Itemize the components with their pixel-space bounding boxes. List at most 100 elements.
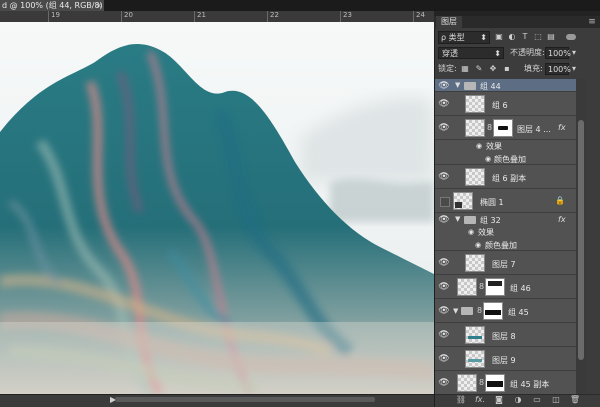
layers-tab[interactable]: 图层 [436,16,462,28]
eye-icon[interactable]: 👁 [438,330,450,340]
layer-mask-thumbnail [483,302,503,320]
lock-transparent-icon[interactable]: ▦ [460,64,470,74]
expand-arrow-icon[interactable]: ▼ [455,81,460,89]
layer-row[interactable]: 👁 图层 8 [435,323,576,347]
layer-name: 椭圆 1 [480,198,504,207]
lock-paint-icon[interactable]: ✎ [474,64,484,74]
eye-icon[interactable]: 👁 [438,282,450,292]
lock-position-icon[interactable]: ✥ [488,64,498,74]
fx-icon[interactable]: fx. [474,395,486,405]
delete-layer-icon[interactable]: 🗑 [569,395,581,405]
layer-name: 图层 8 [492,332,516,341]
layer-thumbnail [465,254,485,272]
eye-icon[interactable]: 👁 [438,258,450,268]
ruler-number: 19 [51,11,60,19]
lock-icon: 🔒 [555,196,565,205]
new-group-icon[interactable]: ▭ [531,395,543,405]
fill-label: 填充: [524,64,543,73]
expand-arrow-icon[interactable]: ▼ [453,307,458,315]
layer-row[interactable]: 👁 8 图层 4 ... fx [435,116,576,140]
panel-menu-icon[interactable]: ≡ [586,16,598,28]
layer-thumbnail [465,95,485,113]
ruler-number: 21 [197,11,206,19]
link-layers-icon[interactable]: ⛓ [455,395,467,405]
layer-row[interactable]: 👁 组 6 [435,92,576,116]
document-tab[interactable]: d @ 100% (组 44, RGB/8) * [0,0,104,11]
eye-icon[interactable]: 👁 [438,215,450,225]
layer-row-group-45[interactable]: 👁 ▼ 8 组 45 [435,299,576,323]
layer-name: 图层 4 ... [517,125,551,134]
effects-row[interactable]: ◉ 效果 [435,140,576,152]
ruler-number: 22 [270,11,279,19]
layer-mask-thumbnail [485,278,505,296]
eye-icon[interactable]: 👁 [438,172,450,182]
fill-input[interactable]: 100% [545,63,571,75]
mask-link-icon[interactable]: 8 [479,378,484,387]
mask-link-icon[interactable]: 8 [477,306,482,315]
image-filter-icon[interactable]: ▣ [494,32,504,42]
eye-icon[interactable]: 👁 [438,306,450,316]
layer-name: 图层 9 [492,356,516,365]
layer-list-scroll-thumb[interactable] [578,120,584,360]
add-mask-icon[interactable]: ◙ [493,395,505,405]
visibility-toggle[interactable] [440,197,450,207]
layer-thumbnail [465,326,485,344]
eye-icon[interactable]: 👁 [438,81,450,91]
layer-row[interactable]: 👁 8 组 45 副本 [435,371,576,394]
eye-icon[interactable]: 👁 [438,354,450,364]
chevron-down-icon[interactable]: ▾ [569,48,579,58]
horizontal-scrollbar[interactable] [115,397,375,402]
effects-label: 效果 [486,142,502,151]
eye-icon[interactable]: ◉ [472,240,484,250]
smart-object-filter-icon[interactable]: ▤ [546,32,556,42]
document-canvas[interactable] [0,22,434,394]
layer-thumbnail [453,192,473,210]
eye-icon[interactable]: ◉ [465,227,477,237]
adjustment-filter-icon[interactable]: ◐ [507,32,517,42]
eye-icon[interactable]: 👁 [438,378,450,388]
layer-row[interactable]: 👁 图层 9 [435,347,576,371]
type-filter-icon[interactable]: T [520,32,530,42]
search-icon: ρ [441,33,447,42]
blend-mode-select[interactable]: 穿透 ⬍ [438,47,504,59]
folder-icon [464,82,476,90]
layer-row[interactable]: 👁 8 组 46 [435,275,576,299]
layer-name: 组 6 副本 [492,174,527,183]
close-tab-icon[interactable]: × [94,0,104,11]
eye-icon[interactable]: ◉ [473,141,485,151]
eye-icon[interactable]: 👁 [438,123,450,133]
layer-row[interactable]: 椭圆 1 🔒 [435,189,576,213]
new-layer-icon[interactable]: ◫ [550,395,562,405]
shape-filter-icon[interactable]: ⬚ [533,32,543,42]
chevron-down-icon[interactable]: ▾ [569,64,579,74]
eye-icon[interactable]: 👁 [438,99,450,109]
effect-name: 颜色叠加 [485,241,517,250]
opacity-input[interactable]: 100% [545,47,571,59]
layer-name: 组 46 [510,284,531,293]
layer-row-group-32[interactable]: 👁 ▼ 组 32 fx [435,213,576,226]
folder-icon [461,307,473,315]
opacity-label: 不透明度: [510,48,545,57]
filter-toggle[interactable] [566,34,576,40]
lock-all-icon[interactable]: ▪ [502,64,512,74]
layer-row[interactable]: 👁 图层 7 [435,251,576,275]
layer-thumbnail [465,119,485,137]
mask-link-icon[interactable]: 8 [479,282,484,291]
layer-row[interactable]: 👁 组 6 副本 [435,165,576,189]
filter-kind-value: 类型 [448,33,465,42]
filter-kind-select[interactable]: ρ 类型 ⬍ [438,31,490,44]
ruler-number: 24 [416,11,425,19]
fx-icon: fx [558,215,566,224]
eye-icon[interactable]: ◉ [482,154,494,164]
effect-row-color-overlay[interactable]: ◉ 颜色叠加 [435,152,576,165]
layer-row-group-44[interactable]: 👁 ▼ 组 44 [435,79,576,92]
layer-name: 组 45 [508,308,529,317]
expand-arrow-icon[interactable]: ▼ [455,215,460,223]
adjustment-layer-icon[interactable]: ◑ [512,395,524,405]
layer-thumbnail [465,350,485,368]
mask-link-icon[interactable]: 8 [487,123,492,132]
effect-row-color-overlay[interactable]: ◉ 颜色叠加 [435,238,576,251]
layer-list: 👁 ▼ 组 44 👁 组 6 👁 8 图层 4 ... fx ◉ 效果 ◉ 颜色… [435,79,576,394]
layer-name: 图层 7 [492,260,516,269]
effects-row[interactable]: ◉ 效果 [435,226,576,238]
